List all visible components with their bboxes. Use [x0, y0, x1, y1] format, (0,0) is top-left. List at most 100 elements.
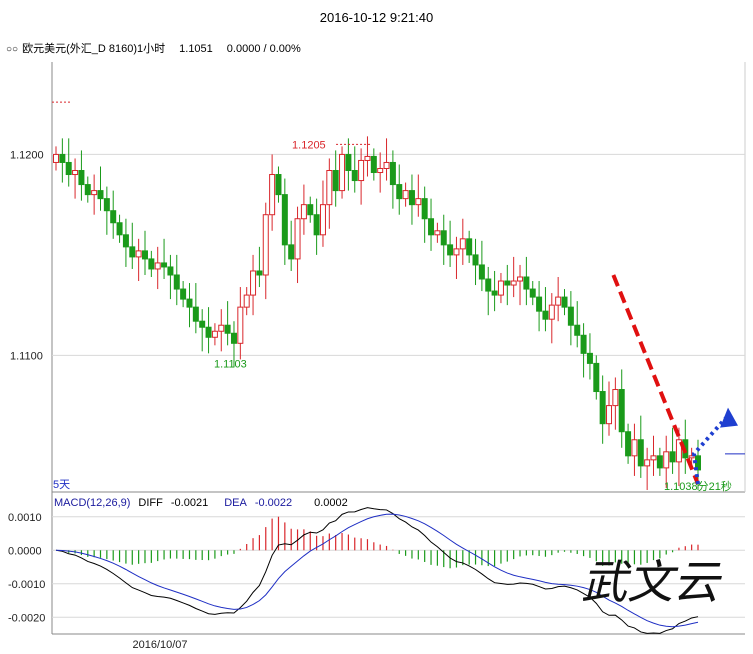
candle-down: [523, 276, 530, 290]
candle-up: [364, 155, 371, 161]
y-tick-label: 1.1200: [10, 149, 44, 161]
candle-down: [428, 218, 435, 236]
candle-down: [625, 431, 632, 457]
x-tick-label: 2016/10/07: [132, 639, 187, 651]
candle-up: [339, 153, 346, 192]
macd-tick-label: -0.0020: [8, 612, 45, 624]
candle-down: [122, 234, 129, 248]
candle-up: [319, 204, 326, 236]
high-price-label: 1.1205: [292, 139, 326, 151]
candle-down: [586, 352, 593, 364]
candle-down: [307, 204, 314, 216]
candle-down: [180, 288, 187, 300]
candle-down: [421, 198, 428, 220]
candle-up: [154, 262, 161, 270]
candle-down: [205, 326, 212, 338]
candle-down: [116, 222, 123, 236]
candle-down: [561, 296, 568, 308]
candle-up: [606, 405, 613, 425]
candle-down: [230, 332, 237, 344]
candle-down: [656, 455, 663, 469]
candle-up: [644, 459, 651, 467]
candle-down: [504, 280, 511, 286]
candle-up: [243, 294, 250, 308]
candle-down: [472, 254, 479, 266]
candle-up: [631, 439, 638, 457]
candle-down: [129, 246, 136, 258]
candle-up: [53, 153, 59, 163]
candle-down: [637, 439, 644, 467]
candle-down: [599, 391, 606, 425]
candle-up: [300, 204, 307, 220]
candlestick-chart[interactable]: 1.12001.1100 0.00100.0000-0.0010-0.0020 …: [0, 0, 753, 654]
candle-up: [612, 389, 619, 407]
candle-up: [72, 170, 79, 176]
candle-up: [377, 167, 384, 174]
candle-down: [567, 306, 574, 326]
candle-down: [167, 266, 174, 276]
candle-down: [103, 198, 110, 212]
candle-down: [408, 190, 415, 206]
candle-up: [453, 248, 460, 256]
candle-down: [199, 320, 206, 328]
candle-down: [536, 296, 543, 312]
candle-down: [466, 238, 473, 256]
macd-tick-label: 0.0010: [8, 512, 42, 524]
candle-up: [358, 159, 365, 182]
candle-down: [370, 155, 377, 174]
candle-down: [351, 170, 358, 182]
candle-up: [663, 451, 670, 469]
candle-up: [459, 238, 466, 250]
candle-down: [491, 290, 498, 296]
candle-down: [574, 324, 581, 336]
candle-down: [580, 334, 587, 354]
candle-down: [447, 244, 454, 256]
candle-up: [510, 280, 517, 286]
candle-down: [256, 270, 263, 276]
candle-down: [618, 389, 625, 433]
candle-up: [262, 214, 269, 276]
candle-up: [650, 455, 657, 461]
candle-up: [91, 190, 98, 196]
candle-up: [402, 190, 409, 200]
candle-down: [313, 214, 320, 236]
candle-down: [396, 184, 403, 200]
macd-tick-label: -0.0010: [8, 579, 45, 591]
candle-up: [555, 296, 562, 306]
candle-up: [250, 270, 257, 296]
candle-down: [161, 262, 168, 268]
candle-down: [65, 161, 72, 176]
candle-down: [440, 230, 447, 246]
candle-down: [275, 174, 282, 196]
macd-tick-label: 0.0000: [8, 545, 42, 557]
candle-down: [78, 170, 85, 186]
candle-up: [326, 170, 333, 206]
candle-down: [59, 153, 66, 163]
candle-up: [218, 324, 225, 332]
watermark-text: 武文云: [581, 555, 722, 609]
candle-up: [415, 198, 422, 206]
candle-up: [497, 280, 504, 296]
candle-up: [294, 218, 301, 260]
candle-down: [669, 451, 676, 463]
candle-down: [288, 244, 295, 260]
candle-down: [281, 194, 288, 246]
y-tick-label: 1.1100: [10, 350, 43, 362]
candle-down: [529, 288, 536, 298]
candle-down: [593, 362, 600, 393]
period-label: 5天: [53, 479, 70, 491]
projection-arrowhead: [720, 407, 738, 428]
candle-up: [434, 230, 441, 236]
candle-down: [97, 190, 104, 200]
candle-down: [186, 298, 193, 308]
candle-down: [110, 210, 117, 224]
candle-down: [192, 306, 199, 322]
candle-down: [542, 310, 549, 320]
candle-down: [84, 184, 91, 196]
candle-down: [389, 161, 396, 186]
candle-down: [224, 324, 231, 334]
candle-down: [345, 153, 352, 172]
candle-down: [478, 264, 485, 280]
candle-down: [141, 250, 148, 260]
candle-down: [485, 278, 492, 292]
